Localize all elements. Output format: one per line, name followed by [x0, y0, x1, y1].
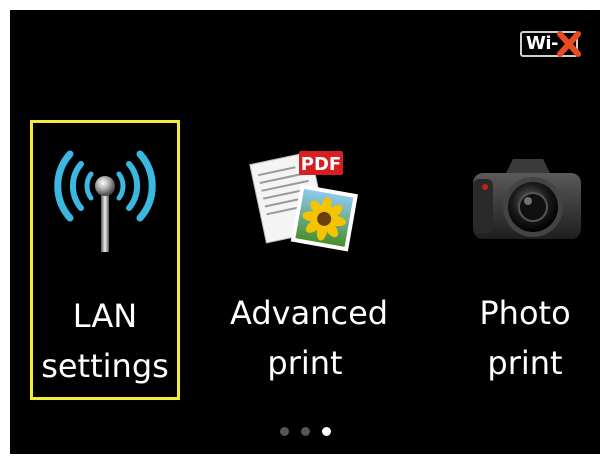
page-indicator	[10, 427, 600, 436]
pdf-badge: PDF	[301, 154, 341, 175]
label-line-1: Photo	[479, 294, 571, 332]
wifi-status: Wi-	[520, 28, 590, 60]
page-dot-current	[321, 427, 331, 436]
label-line-1: Advanced	[230, 294, 389, 332]
label-line-1: LAN	[72, 297, 138, 335]
wifi-status-label: Wi-	[526, 33, 559, 54]
pdf-document-icon: PDF	[230, 150, 380, 252]
menu-item-label: LAN settings	[33, 291, 177, 391]
camera-icon	[450, 150, 600, 250]
menu-item-photo-print[interactable]: Photo print	[450, 120, 600, 400]
wifi-disconnected-icon	[557, 31, 581, 57]
page-dot	[279, 427, 289, 436]
label-line-2: print	[267, 344, 343, 382]
wireless-antenna-icon	[33, 150, 177, 253]
menu-item-advanced-print[interactable]: PDF Advanced print	[230, 120, 389, 400]
printer-home-screen: Wi- LAN settings PDF Advanced print Phot…	[10, 10, 600, 454]
page-dot	[300, 427, 310, 436]
menu-item-label: Photo print	[450, 288, 600, 388]
label-line-2: print	[487, 344, 563, 382]
menu-item-label: Advanced print	[230, 288, 389, 388]
wifi-status-box: Wi-	[520, 31, 581, 57]
label-line-2: settings	[41, 347, 169, 385]
menu-item-lan-settings[interactable]: LAN settings	[30, 120, 180, 400]
